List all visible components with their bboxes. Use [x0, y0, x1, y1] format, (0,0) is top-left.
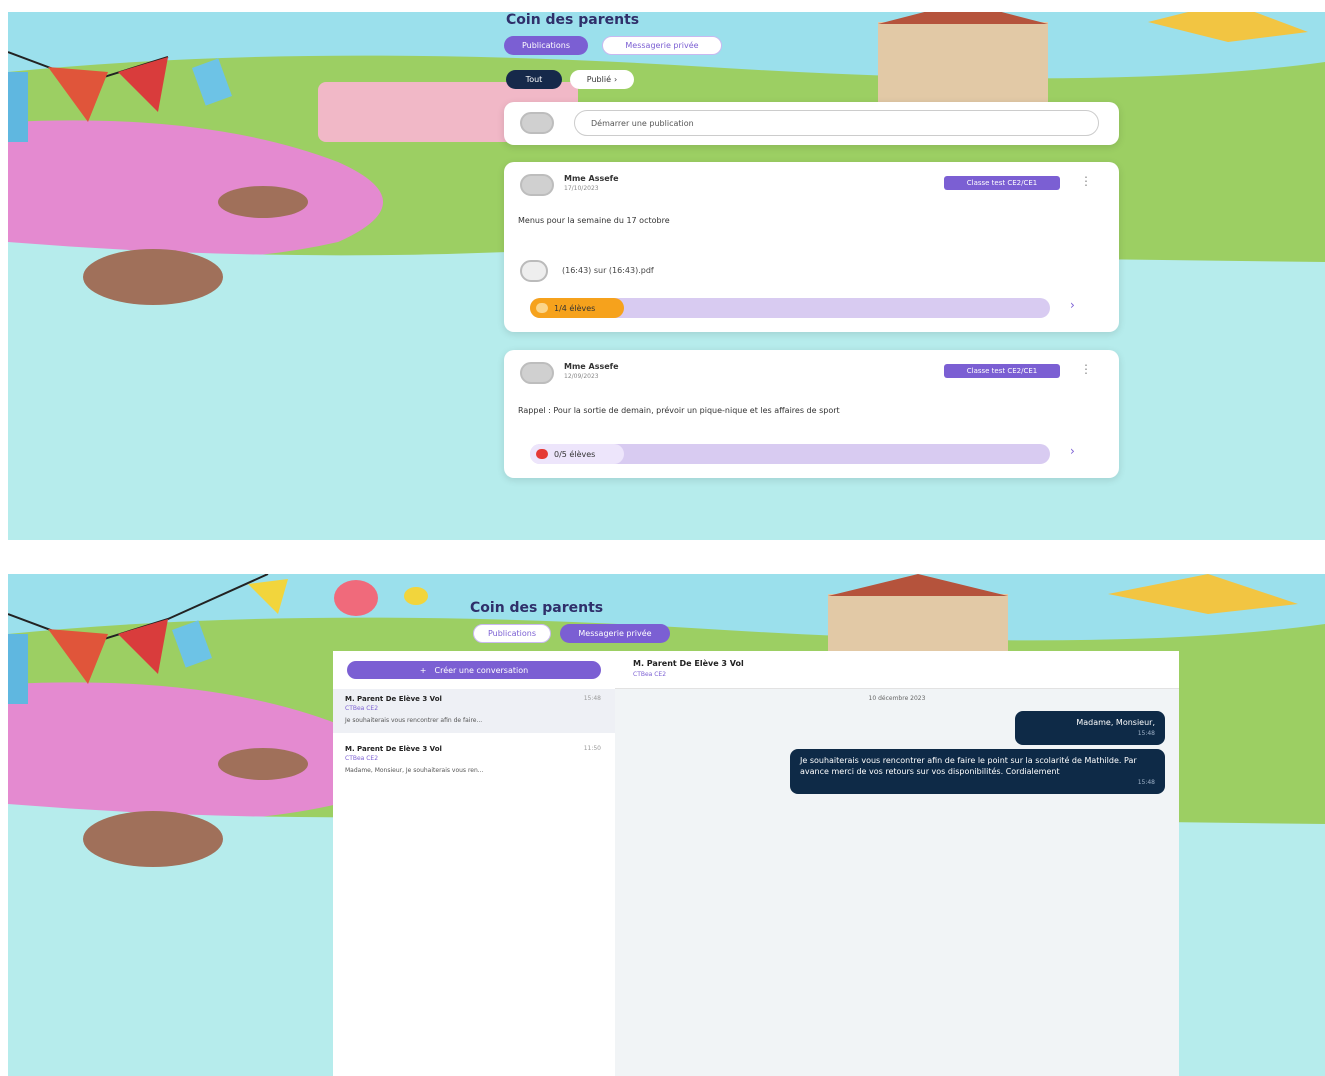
composer-input[interactable]: Démarrer une publication — [574, 110, 1099, 136]
more-options-icon[interactable]: ⋮ — [1080, 174, 1092, 188]
class-tag: Classe test CE2/CE1 — [944, 364, 1060, 378]
post-card: Mme Assefe 17/10/2023 Classe test CE2/CE… — [504, 162, 1119, 332]
chat-panel: M. Parent De Elève 3 Vol CTBea CE2 10 dé… — [615, 651, 1179, 1076]
conversation-list: + Créer une conversation M. Parent De El… — [333, 651, 615, 1076]
more-options-icon[interactable]: ⋮ — [1080, 362, 1092, 376]
page-title: Coin des parents — [470, 600, 604, 616]
attachment-link[interactable]: (16:43) sur (16:43).pdf — [562, 266, 654, 275]
attachment-icon[interactable] — [520, 260, 548, 282]
likes-pill: 0/5 élèves — [530, 444, 624, 464]
post-text: Menus pour la semaine du 17 octobre — [518, 216, 670, 225]
chevron-down-icon: › — [614, 75, 618, 84]
post-author: Mme Assefe — [564, 362, 619, 371]
conversation-item[interactable]: M. Parent De Elève 3 Vol 15:48 CTBea CE2… — [333, 689, 615, 733]
conversation-item[interactable]: M. Parent De Elève 3 Vol 11:50 CTBea CE2… — [333, 739, 615, 783]
chevron-right-icon[interactable]: › — [1070, 444, 1109, 458]
filter-tout[interactable]: Tout — [506, 70, 562, 89]
heart-icon — [536, 303, 548, 313]
tab-publications[interactable]: Publications — [473, 624, 551, 643]
post-author: Mme Assefe — [564, 174, 619, 183]
class-tag: Classe test CE2/CE1 — [944, 176, 1060, 190]
tab-messagerie[interactable]: Messagerie privée — [602, 36, 722, 55]
filter-publie[interactable]: Publié › — [570, 70, 634, 89]
likes-pill: 1/4 élèves — [530, 298, 624, 318]
chat-subtitle: CTBea CE2 — [633, 671, 667, 678]
post-card: Mme Assefe 12/09/2023 Classe test CE2/CE… — [504, 350, 1119, 478]
avatar — [520, 362, 554, 384]
page-title: Coin des parents — [506, 12, 640, 28]
messaging-screen: Coin des parents Publications Messagerie… — [8, 574, 1325, 1076]
composer-card: Démarrer une publication — [504, 102, 1119, 145]
message-bubble: Je souhaiterais vous rencontrer afin de … — [790, 749, 1165, 794]
tab-messagerie[interactable]: Messagerie privée — [560, 624, 670, 643]
heart-icon — [536, 449, 548, 459]
chevron-right-icon[interactable]: › — [1070, 298, 1109, 312]
likes-bar[interactable]: 0/5 élèves — [530, 444, 1050, 464]
tab-publications[interactable]: Publications — [504, 36, 588, 55]
avatar — [520, 174, 554, 196]
likes-bar[interactable]: 1/4 élèves — [530, 298, 1050, 318]
post-date: 12/09/2023 — [564, 373, 599, 380]
new-conversation-button[interactable]: + Créer une conversation — [347, 661, 601, 679]
chat-header: M. Parent De Elève 3 Vol CTBea CE2 — [615, 651, 1179, 689]
date-separator: 10 décembre 2023 — [868, 695, 926, 702]
publications-screen: Coin des parents Publications Messagerie… — [8, 12, 1325, 540]
post-date: 17/10/2023 — [564, 185, 599, 192]
post-text: Rappel : Pour la sortie de demain, prévo… — [518, 406, 840, 415]
avatar — [520, 112, 554, 134]
chat-title: M. Parent De Elève 3 Vol — [633, 659, 744, 668]
plus-icon: + — [419, 665, 427, 675]
message-bubble: Madame, Monsieur, 15:48 — [1015, 711, 1165, 745]
